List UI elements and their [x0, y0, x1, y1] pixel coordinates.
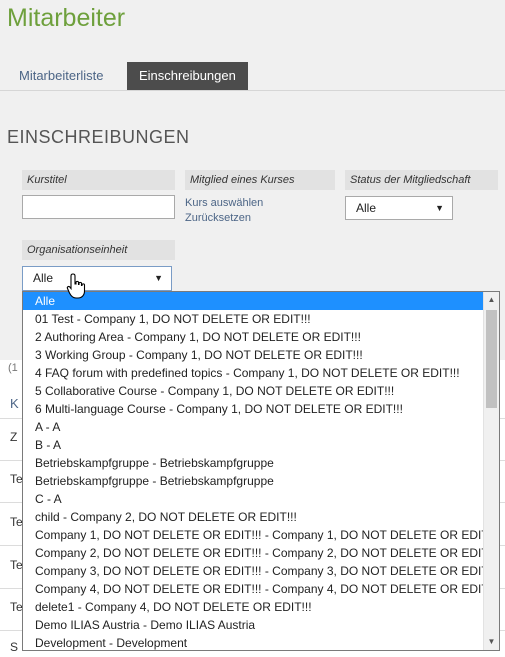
dropdown-option[interactable]: 6 Multi-language Course - Company 1, DO …: [23, 400, 484, 418]
dropdown-option[interactable]: Betriebskampfgruppe - Betriebskampfgrupp…: [23, 454, 484, 472]
page-title: Mitarbeiter: [7, 4, 126, 32]
table-row: S: [10, 640, 19, 654]
kurstitel-input[interactable]: [22, 195, 175, 219]
status-select[interactable]: Alle ▼: [345, 196, 453, 220]
table-row: Te: [10, 515, 23, 529]
mitglied-label: Mitglied eines Kurses: [185, 170, 335, 190]
table-row: Z: [10, 430, 18, 444]
status-label: Status der Mitgliedschaft: [345, 170, 498, 190]
section-title: EINSCHREIBUNGEN: [7, 127, 190, 147]
dropdown-option[interactable]: Development - Development: [23, 634, 484, 650]
chevron-down-icon: ▼: [154, 273, 163, 283]
scroll-up-icon[interactable]: ▲: [484, 292, 499, 308]
dropdown-option[interactable]: 2 Authoring Area - Company 1, DO NOT DEL…: [23, 328, 484, 346]
dropdown-option[interactable]: Betriebskampfgruppe - Betriebskampfgrupp…: [23, 472, 484, 490]
dropdown-option[interactable]: 3 Working Group - Company 1, DO NOT DELE…: [23, 346, 484, 364]
dropdown-option[interactable]: B - A: [23, 436, 484, 454]
hand-cursor-icon: [66, 273, 86, 299]
table-row: Te: [10, 558, 23, 572]
dropdown-option[interactable]: Company 3, DO NOT DELETE OR EDIT!!! - Co…: [23, 562, 484, 580]
org-label: Organisationseinheit: [22, 240, 175, 260]
dropdown-option[interactable]: Alle: [23, 292, 484, 310]
org-select[interactable]: Alle ▼: [22, 266, 172, 291]
tab-mitarbeiterliste[interactable]: Mitarbeiterliste: [7, 62, 116, 90]
dropdown-option[interactable]: child - Company 2, DO NOT DELETE OR EDIT…: [23, 508, 484, 526]
table-row: Te: [10, 600, 23, 614]
org-dropdown-list[interactable]: Alle 01 Test - Company 1, DO NOT DELETE O…: [22, 291, 500, 651]
scroll-thumb[interactable]: [486, 310, 497, 408]
dropdown-option[interactable]: delete1 - Company 4, DO NOT DELETE OR ED…: [23, 598, 484, 616]
dropdown-option[interactable]: 5 Collaborative Course - Company 1, DO N…: [23, 382, 484, 400]
chevron-down-icon: ▼: [435, 203, 444, 213]
dropdown-option[interactable]: 01 Test - Company 1, DO NOT DELETE OR ED…: [23, 310, 484, 328]
kurs-auswaehlen-link[interactable]: Kurs auswählen: [185, 197, 263, 209]
dropdown-option[interactable]: Company 2, DO NOT DELETE OR EDIT!!! - Co…: [23, 544, 484, 562]
dropdown-option[interactable]: A - A: [23, 418, 484, 436]
zuruecksetzen-link[interactable]: Zurücksetzen: [185, 212, 251, 224]
org-select-value: Alle: [33, 271, 54, 285]
tab-einschreibungen[interactable]: Einschreibungen: [127, 62, 248, 90]
scroll-down-icon[interactable]: ▼: [484, 634, 499, 650]
dropdown-scrollbar[interactable]: ▲ ▼: [483, 292, 499, 650]
results-count: (1: [8, 362, 18, 374]
tab-bar: Mitarbeiterliste Einschreibungen: [0, 62, 505, 91]
table-header: K: [10, 396, 19, 411]
dropdown-option[interactable]: Company 4, DO NOT DELETE OR EDIT!!! - Co…: [23, 580, 484, 598]
dropdown-option[interactable]: Demo ILIAS Austria - Demo ILIAS Austria: [23, 616, 484, 634]
kurstitel-label: Kurstitel: [22, 170, 175, 190]
dropdown-option[interactable]: 4 FAQ forum with predefined topics - Com…: [23, 364, 484, 382]
status-select-value: Alle: [356, 201, 377, 215]
dropdown-option[interactable]: C - A: [23, 490, 484, 508]
table-row: Te: [10, 472, 23, 486]
dropdown-option[interactable]: Company 1, DO NOT DELETE OR EDIT!!! - Co…: [23, 526, 484, 544]
